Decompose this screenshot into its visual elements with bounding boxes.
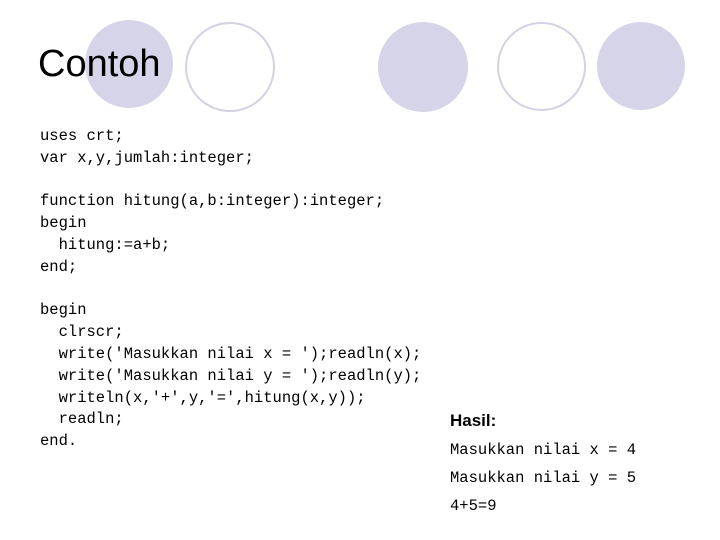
decorative-circle-5-icon [597, 22, 685, 110]
decorative-circle-2-icon [185, 22, 275, 112]
page-title: Contoh [38, 43, 161, 85]
slide-canvas: Contoh uses crt; var x,y,jumlah:integer;… [0, 0, 720, 540]
program-output: Masukkan nilai x = 4 Masukkan nilai y = … [450, 441, 637, 515]
decorative-circle-3-icon [378, 22, 468, 112]
decorative-circle-4-icon [497, 22, 586, 111]
result-heading: Hasil: [450, 411, 497, 430]
result-panel: Hasil: Masukkan nilai x = 4 Masukkan nil… [450, 410, 636, 520]
pascal-code-listing: uses crt; var x,y,jumlah:integer; functi… [40, 127, 422, 451]
